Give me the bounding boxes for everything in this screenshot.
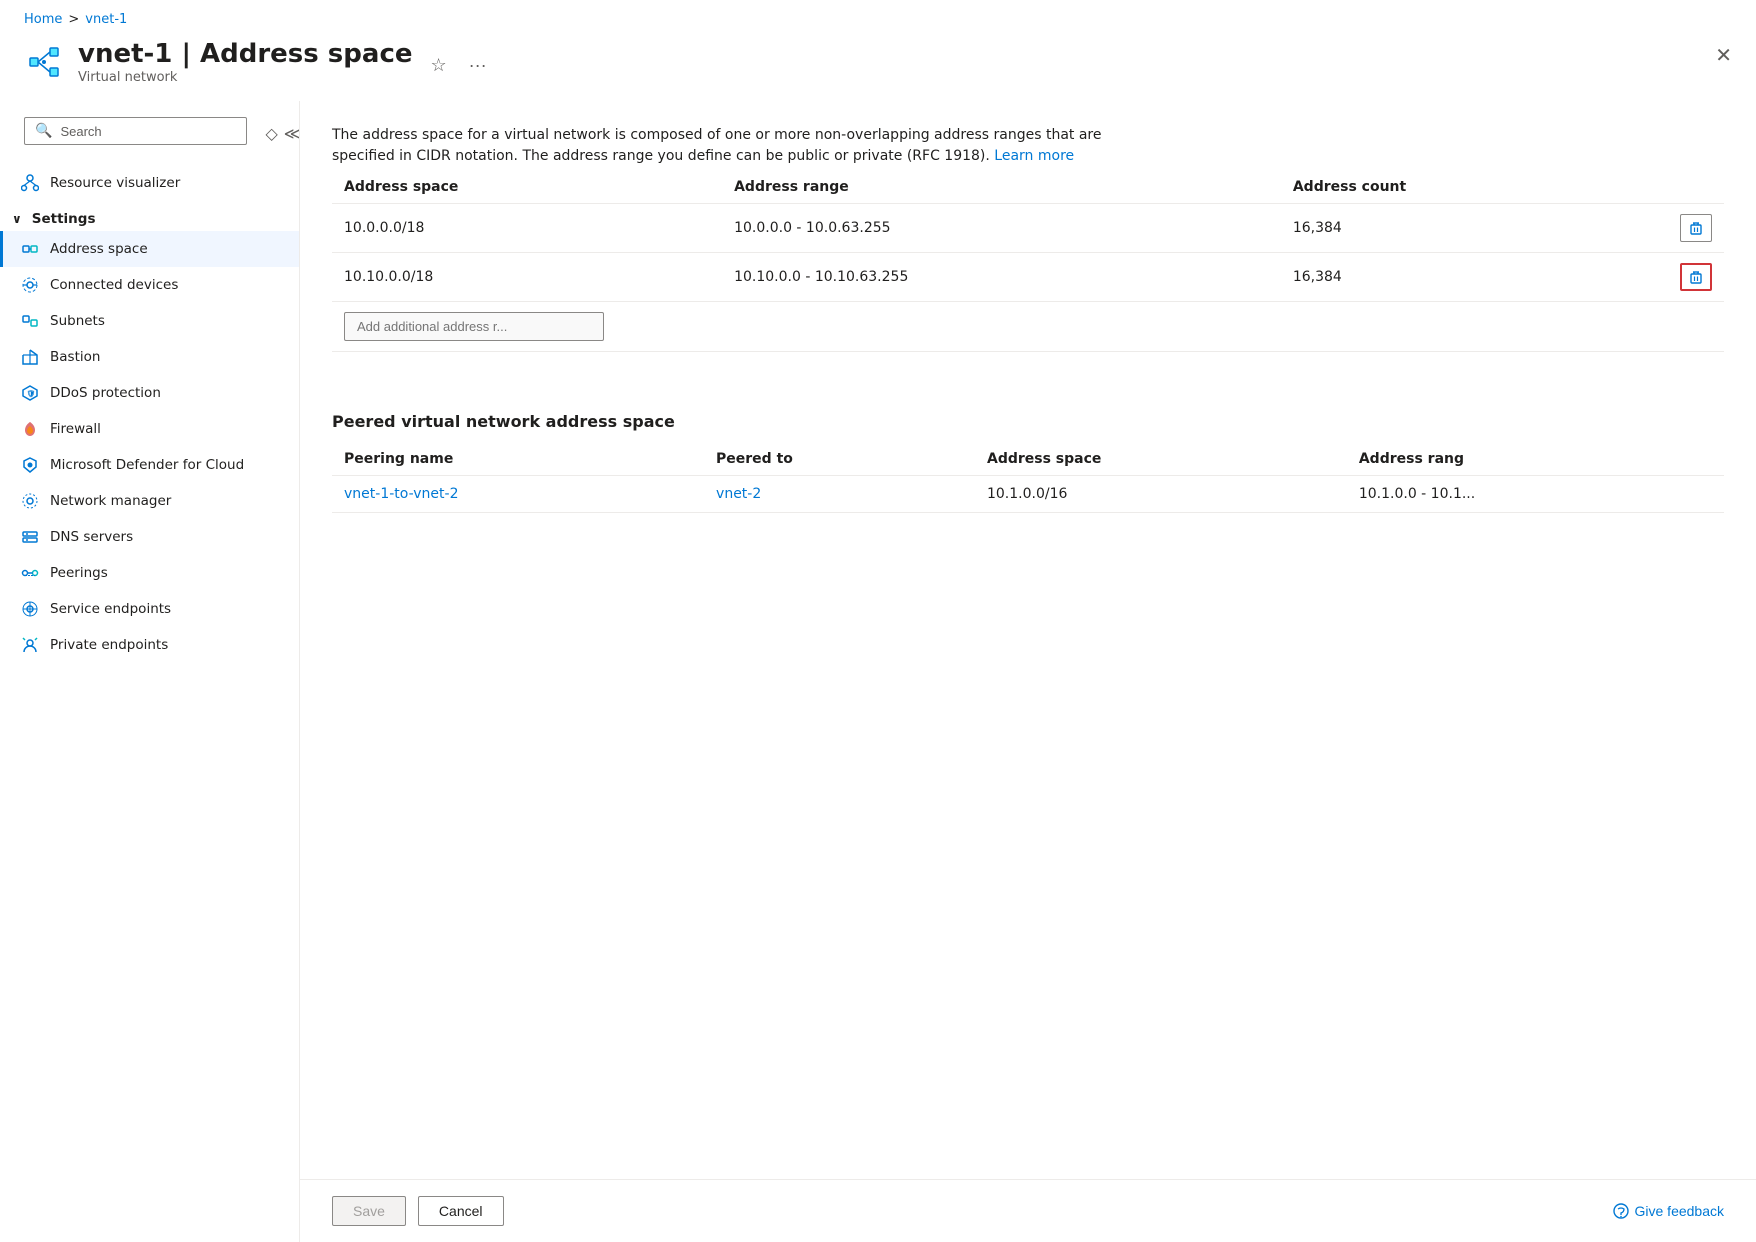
more-button[interactable]: ···: [465, 51, 491, 80]
peered-section: Peered virtual network address space Pee…: [332, 388, 1724, 513]
filter-button[interactable]: ◇: [265, 124, 277, 144]
sidebar-section-settings: ∨ Settings: [0, 201, 299, 231]
breadcrumb-sep: >: [68, 12, 79, 27]
give-feedback-button[interactable]: Give feedback: [1613, 1203, 1725, 1219]
sidebar-item-label: Subnets: [50, 313, 105, 329]
feedback-icon: [1613, 1203, 1629, 1219]
sidebar-item-ddos[interactable]: 🛡 DDoS protection: [0, 375, 299, 411]
save-button[interactable]: Save: [332, 1196, 406, 1226]
peered-table: Peering name Peered to Address space Add…: [332, 443, 1724, 513]
sidebar-item-connected-devices[interactable]: Connected devices: [0, 267, 299, 303]
delete-row-1-button[interactable]: [1680, 214, 1712, 242]
address-space-value: 10.10.0.0/18: [332, 253, 722, 302]
breadcrumb: Home > vnet-1: [0, 0, 1756, 31]
col-header-space: Address space: [332, 171, 722, 204]
defender-icon: [20, 455, 40, 475]
footer: Save Cancel Give feedback: [300, 1179, 1756, 1242]
table-row: 10.0.0.0/18 10.0.0.0 - 10.0.63.255 16,38…: [332, 204, 1724, 253]
search-box[interactable]: 🔍: [24, 117, 247, 145]
peered-col-to: Peered to: [704, 443, 975, 476]
peered-col-range: Address rang: [1347, 443, 1724, 476]
cancel-button[interactable]: Cancel: [418, 1196, 504, 1226]
sidebar-item-label: Bastion: [50, 349, 100, 365]
sidebar-item-peerings[interactable]: Peerings: [0, 555, 299, 591]
page-title: vnet-1 | Address space: [78, 39, 412, 70]
sidebar-item-label: Service endpoints: [50, 601, 171, 617]
sidebar-item-dns[interactable]: DNS servers: [0, 519, 299, 555]
private-icon: [20, 635, 40, 655]
peered-col-space: Address space: [975, 443, 1347, 476]
sidebar-item-label: Microsoft Defender for Cloud: [50, 457, 244, 473]
subnet-icon: [20, 311, 40, 331]
peered-col-name: Peering name: [332, 443, 704, 476]
address-range-value: 10.0.0.0 - 10.0.63.255: [722, 204, 1281, 253]
sidebar-item-label: Address space: [50, 241, 148, 257]
sidebar-item-label: DNS servers: [50, 529, 133, 545]
sidebar-item-label: Network manager: [50, 493, 171, 509]
search-input[interactable]: [60, 124, 236, 139]
vnet-icon: [24, 42, 64, 82]
sidebar-item-bastion[interactable]: Bastion: [0, 339, 299, 375]
address-space-value: 10.0.0.0/18: [332, 204, 722, 253]
close-button[interactable]: ✕: [1715, 43, 1732, 68]
sidebar-item-subnets[interactable]: Subnets: [0, 303, 299, 339]
col-header-count: Address count: [1281, 171, 1668, 204]
service-icon: [20, 599, 40, 619]
connected-icon: [20, 275, 40, 295]
resource-icon: [20, 173, 40, 193]
sidebar-item-label: Peerings: [50, 565, 108, 581]
settings-label: Settings: [32, 211, 96, 227]
address-count-value: 16,384: [1281, 253, 1668, 302]
peered-table-row: vnet-1-to-vnet-2 vnet-2 10.1.0.0/16 10.1…: [332, 476, 1724, 513]
sidebar-item-resource-visualizer[interactable]: Resource visualizer: [0, 165, 299, 201]
breadcrumb-home[interactable]: Home: [24, 12, 62, 27]
peered-to-link[interactable]: vnet-2: [716, 486, 761, 502]
collapse-button[interactable]: ≪: [284, 124, 300, 144]
peerings-icon: [20, 563, 40, 583]
breadcrumb-current[interactable]: vnet-1: [85, 12, 127, 27]
sidebar-item-service-endpoints[interactable]: Service endpoints: [0, 591, 299, 627]
sidebar-item-label: Resource visualizer: [50, 175, 180, 191]
add-address-input[interactable]: [344, 312, 604, 341]
peered-address-range: 10.1.0.0 - 10.1...: [1347, 476, 1724, 513]
sidebar: 🔍 ◇ ≪ Resource visualizer ∨ Settings Add…: [0, 101, 300, 1242]
dns-icon: [20, 527, 40, 547]
sidebar-item-firewall[interactable]: Firewall: [0, 411, 299, 447]
description-text: The address space for a virtual network …: [332, 125, 1152, 167]
sidebar-item-label: Private endpoints: [50, 637, 168, 653]
peered-address-space: 10.1.0.0/16: [975, 476, 1347, 513]
sidebar-item-address-space[interactable]: Address space: [0, 231, 299, 267]
learn-more-link[interactable]: Learn more: [994, 148, 1074, 164]
peering-name-link[interactable]: vnet-1-to-vnet-2: [344, 486, 458, 502]
col-header-range: Address range: [722, 171, 1281, 204]
page-header: vnet-1 | Address space Virtual network ☆…: [0, 31, 1756, 101]
add-row: [332, 302, 1724, 352]
favorite-button[interactable]: ☆: [426, 51, 450, 80]
address-count-value: 16,384: [1281, 204, 1668, 253]
address-icon: [20, 239, 40, 259]
sidebar-item-private-endpoints[interactable]: Private endpoints: [0, 627, 299, 663]
address-table: Address space Address range Address coun…: [332, 171, 1724, 352]
feedback-label: Give feedback: [1635, 1203, 1725, 1219]
search-icon: 🔍: [35, 123, 52, 139]
content-area: The address space for a virtual network …: [300, 101, 1756, 1179]
network-manager-icon: [20, 491, 40, 511]
peered-section-title: Peered virtual network address space: [332, 412, 1724, 431]
sidebar-item-label: Connected devices: [50, 277, 178, 293]
sidebar-item-label: DDoS protection: [50, 385, 161, 401]
firewall-icon: [20, 419, 40, 439]
page-subtitle: Virtual network: [78, 70, 412, 85]
main-layout: 🔍 ◇ ≪ Resource visualizer ∨ Settings Add…: [0, 101, 1756, 1242]
ddos-icon: 🛡: [20, 383, 40, 403]
table-row: 10.10.0.0/18 10.10.0.0 - 10.10.63.255 16…: [332, 253, 1724, 302]
address-range-value: 10.10.0.0 - 10.10.63.255: [722, 253, 1281, 302]
delete-row-2-button[interactable]: [1680, 263, 1712, 291]
sidebar-item-network-manager[interactable]: Network manager: [0, 483, 299, 519]
sidebar-item-label: Firewall: [50, 421, 101, 437]
bastion-icon: [20, 347, 40, 367]
svg-text:🛡: 🛡: [27, 389, 36, 398]
sidebar-item-defender[interactable]: Microsoft Defender for Cloud: [0, 447, 299, 483]
